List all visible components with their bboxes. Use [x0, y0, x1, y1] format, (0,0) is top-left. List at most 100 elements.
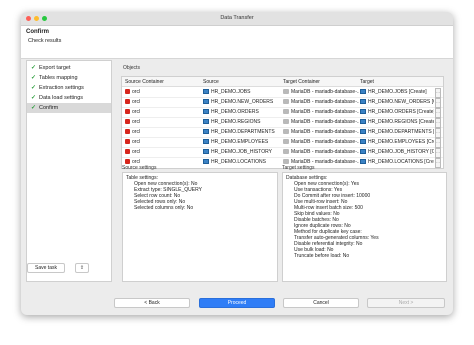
column-header[interactable]: Source Container	[125, 79, 164, 85]
source-cell: HR_DEMO.EMPLOYEES	[211, 139, 269, 145]
table-icon	[203, 99, 209, 104]
table-icon	[360, 129, 366, 134]
target-settings-legend: Target settings	[282, 165, 315, 171]
source-cell: HR_DEMO.JOB_HISTORY	[211, 149, 272, 155]
source-cell: HR_DEMO.LOCATIONS	[211, 159, 266, 165]
mariadb-icon	[283, 139, 289, 144]
table-icon	[203, 159, 209, 164]
source-settings-legend: Source settings	[122, 165, 157, 171]
source-container-cell: orcl	[132, 139, 141, 145]
configure-target-button[interactable]: …	[435, 158, 441, 168]
target-container-cell: MariaDB - mariadb-database-...	[291, 89, 359, 95]
oracle-icon	[125, 99, 130, 104]
table-icon	[360, 159, 366, 164]
step-tables-mapping[interactable]: ✓ Tables mapping	[27, 73, 111, 83]
proceed-button[interactable]: Proceed	[199, 298, 275, 308]
source-container-cell: orcl	[132, 109, 141, 115]
target-cell: HR_DEMO.JOBS [Create]	[368, 89, 427, 95]
step-confirm[interactable]: ✓ Confirm	[27, 103, 111, 113]
table-icon	[360, 99, 366, 104]
source-cell: HR_DEMO.JOBS	[211, 89, 251, 95]
step-label: Confirm	[39, 105, 59, 111]
table-icon	[203, 139, 209, 144]
target-container-cell: MariaDB - mariadb-database-...	[291, 109, 359, 115]
page-title: Confirm	[26, 29, 49, 35]
target-container-cell: MariaDB - mariadb-database-...	[291, 119, 359, 125]
source-cell: HR_DEMO.DEPARTMENTS	[211, 129, 275, 135]
oracle-icon	[125, 149, 130, 154]
oracle-icon	[125, 139, 130, 144]
column-header[interactable]: Target Container	[283, 79, 320, 85]
check-icon: ✓	[31, 65, 37, 71]
table-icon	[360, 139, 366, 144]
target-container-cell: MariaDB - mariadb-database-...	[291, 99, 359, 105]
window-title: Data Transfer	[220, 15, 254, 21]
table-icon	[203, 149, 209, 154]
cancel-button[interactable]: Cancel	[283, 298, 359, 308]
oracle-icon	[125, 129, 130, 134]
target-cell: HR_DEMO.ORDERS [Create]	[368, 109, 434, 115]
check-icon: ✓	[31, 85, 37, 91]
source-cell: HR_DEMO.REGIONS	[211, 119, 261, 125]
upload-icon: ⇪	[79, 265, 85, 271]
source-container-cell: orcl	[132, 129, 141, 135]
target-container-cell: MariaDB - mariadb-database-...	[291, 139, 359, 145]
settings-line: Selected columns only: No	[134, 205, 194, 211]
page-header: Confirm Check results	[21, 26, 453, 59]
mariadb-icon	[283, 109, 289, 114]
oracle-icon	[125, 89, 130, 94]
oracle-icon	[125, 119, 130, 124]
objects-legend: Objects	[123, 65, 140, 71]
table-icon	[203, 119, 209, 124]
target-cell: HR_DEMO.JOB_HISTORY [Create]	[368, 149, 434, 155]
target-cell: HR_DEMO.LOCATIONS [Create]	[368, 159, 434, 165]
mariadb-icon	[283, 159, 289, 164]
column-header[interactable]: Target	[360, 79, 374, 85]
check-icon: ✓	[31, 95, 37, 101]
source-settings-panel: Table settings: Open new connection(s): …	[122, 172, 278, 282]
table-icon	[203, 89, 209, 94]
target-container-cell: MariaDB - mariadb-database-...	[291, 129, 359, 135]
mariadb-icon	[283, 149, 289, 154]
next-button[interactable]: Next >	[367, 298, 445, 308]
table-icon	[360, 149, 366, 154]
settings-line: Truncate before load: No	[294, 253, 350, 259]
target-settings-panel: Database settings: Open new connection(s…	[282, 172, 447, 282]
source-container-cell: orcl	[132, 119, 141, 125]
back-button[interactable]: < Back	[114, 298, 190, 308]
oracle-icon	[125, 109, 130, 114]
source-container-cell: orcl	[132, 89, 141, 95]
export-task-button[interactable]: ⇪	[75, 263, 89, 273]
step-label: Tables mapping	[39, 75, 78, 81]
source-container-cell: orcl	[132, 149, 141, 155]
step-label: Data load settings	[39, 95, 84, 101]
mariadb-icon	[283, 119, 289, 124]
step-data-load-settings[interactable]: ✓ Data load settings	[27, 93, 111, 103]
wizard-steps-sidebar: ✓ Export target ✓ Tables mapping ✓ Extra…	[26, 60, 112, 282]
check-icon: ✓	[31, 75, 37, 81]
source-cell: HR_DEMO.NEW_ORDERS	[211, 99, 274, 105]
target-cell: HR_DEMO.DEPARTMENTS [Create]	[368, 129, 434, 135]
mariadb-icon	[283, 129, 289, 134]
mariadb-icon	[283, 89, 289, 94]
table-icon	[360, 109, 366, 114]
table-icon	[360, 119, 366, 124]
target-container-cell: MariaDB - mariadb-database-...	[291, 149, 359, 155]
table-header: Source Container Source Target Container…	[122, 77, 443, 87]
target-cell: HR_DEMO.EMPLOYEES [Create]	[368, 139, 434, 145]
title-bar: Data Transfer	[21, 12, 453, 26]
step-label: Extraction settings	[39, 85, 84, 91]
column-header[interactable]: Source	[203, 79, 219, 85]
mariadb-icon	[283, 99, 289, 104]
source-container-cell: orcl	[132, 99, 141, 105]
step-extraction-settings[interactable]: ✓ Extraction settings	[27, 83, 111, 93]
step-export-target[interactable]: ✓ Export target	[27, 63, 111, 73]
table-icon	[203, 109, 209, 114]
data-transfer-window: Data Transfer Confirm Check results ✓ Ex…	[21, 12, 453, 315]
save-task-button[interactable]: Save task	[27, 263, 65, 273]
table-icon	[203, 129, 209, 134]
target-cell: HR_DEMO.REGIONS [Create]	[368, 119, 434, 125]
check-icon: ✓	[31, 105, 37, 111]
objects-group: Objects Source Container Source Target C…	[116, 60, 449, 169]
target-cell: HR_DEMO.NEW_ORDERS [Create]	[368, 99, 434, 105]
